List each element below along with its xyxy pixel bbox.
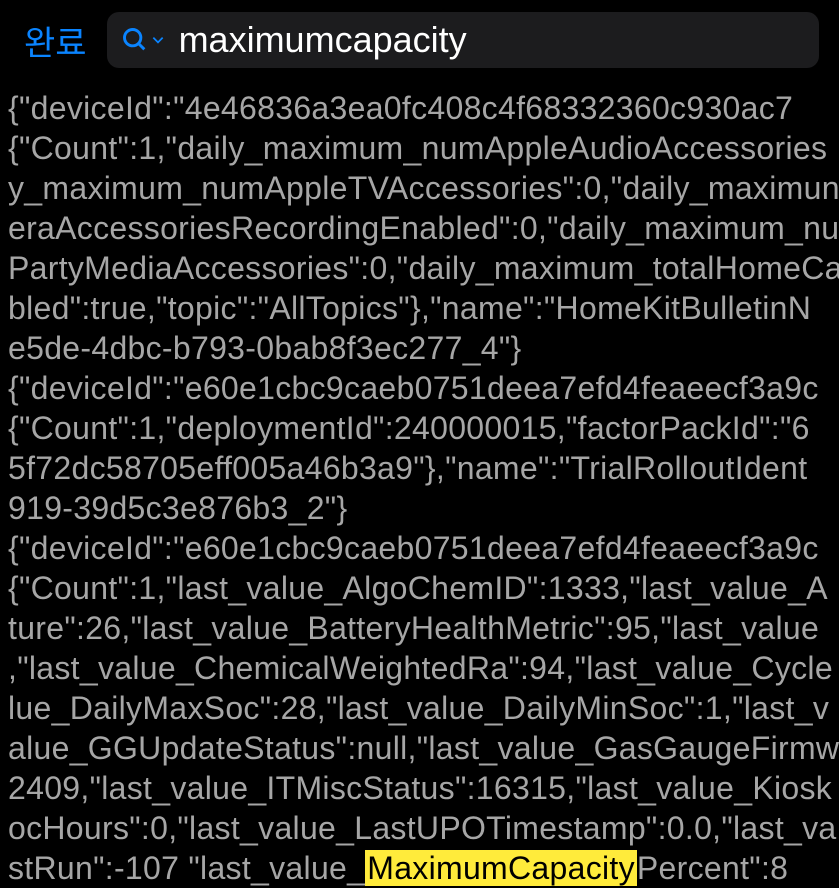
log-line: {"Count":1,"daily_maximum_numAppleAudioA… [8,130,827,166]
search-highlight: MaximumCapacity [365,850,637,886]
log-line: ocHours":0,"last_value_LastUPOTimestamp"… [8,810,837,846]
log-line: 5f72dc58705eff005a46b3a9"},"name":"Trial… [8,450,807,486]
log-line: 919-39d5c3e876b3_2"} [8,490,347,526]
log-line: bled":true,"topic":"AllTopics"},"name":"… [8,290,811,326]
log-line: {"deviceId":"e60e1cbc9caeb0751deea7efd4f… [8,530,819,566]
log-line: ture":26,"last_value_BatteryHealthMetric… [8,610,819,646]
done-button[interactable]: 완료 [24,16,87,65]
log-line: {"Count":1,"last_value_AlgoChemID":1333,… [8,570,828,606]
log-line: y_maximum_numAppleTVAccessories":0,"dail… [8,170,839,206]
search-input[interactable] [179,19,805,61]
search-icon-wrapper[interactable] [121,26,165,54]
log-line: alue_GGUpdateStatus":null,"last_value_Ga… [8,730,839,766]
log-line: {"Count":1,"deploymentId":240000015,"fac… [8,410,810,446]
log-line: ,"last_value_ChemicalWeightedRa":94,"las… [8,650,833,686]
log-line: PartyMediaAccessories":0,"daily_maximum_… [8,250,839,286]
search-container[interactable] [107,12,819,68]
log-content: {"deviceId":"4e46836a3ea0fc408c4f6833236… [0,88,839,888]
search-icon [121,26,149,54]
log-line: 2409,"last_value_ITMiscStatus":16315,"la… [8,770,832,806]
top-bar: 완료 [0,0,839,88]
log-line: e5de-4dbc-b793-0bab8f3ec277_4"} [8,330,522,366]
log-line: {"deviceId":"4e46836a3ea0fc408c4f6833236… [8,90,793,126]
log-line: eraAccessoriesRecordingEnabled":0,"daily… [8,210,839,246]
log-line: {"deviceId":"e60e1cbc9caeb0751deea7efd4f… [8,370,819,406]
log-line: lue_DailyMaxSoc":28,"last_value_DailyMin… [8,690,829,726]
chevron-down-icon [151,33,165,47]
